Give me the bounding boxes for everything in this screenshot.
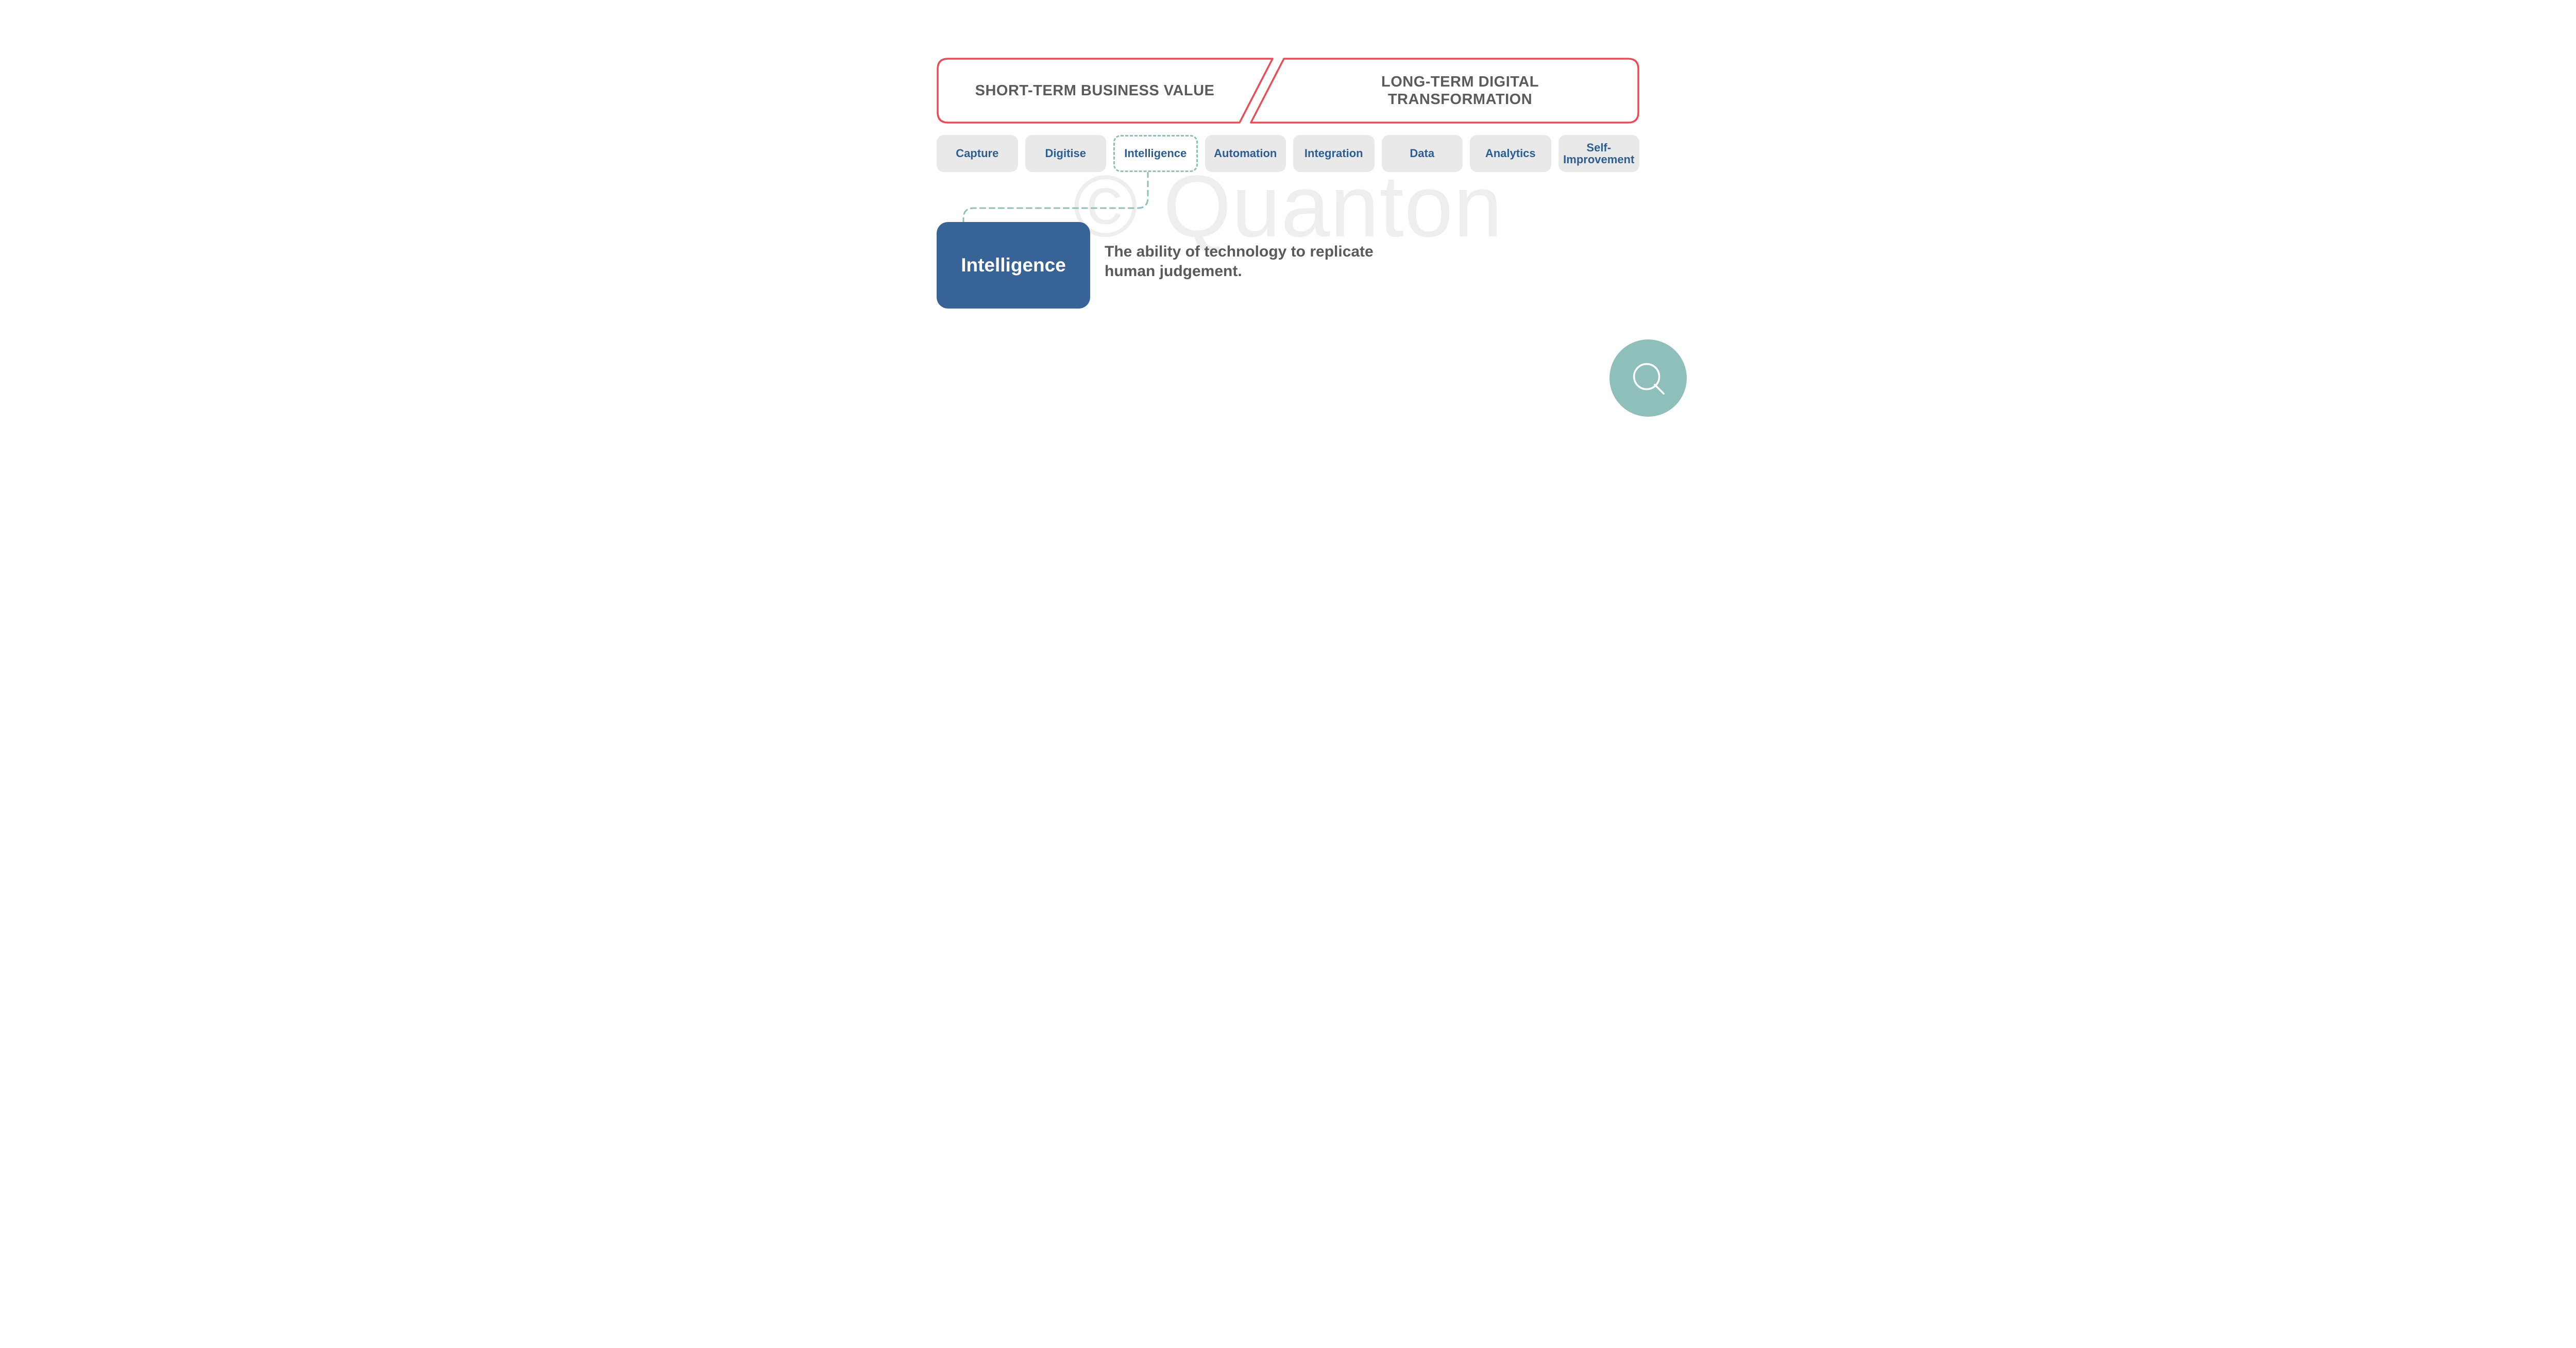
pill-label: Analytics [1485, 147, 1536, 159]
pill-capture[interactable]: Capture [937, 135, 1018, 172]
pill-label: Integration [1304, 147, 1363, 159]
detail-card: Intelligence [937, 222, 1090, 309]
diagram-stage: © Quanton SHORT-TERM BUSINESS VALUE LONG… [902, 0, 1674, 404]
connector-dashed [963, 172, 1159, 224]
header-long-term: LONG-TERM DIGITALTRANSFORMATION [1250, 58, 1639, 124]
pill-analytics[interactable]: Analytics [1470, 135, 1551, 172]
pill-label: Intelligence [1124, 147, 1187, 159]
pill-digitise[interactable]: Digitise [1025, 135, 1107, 172]
brand-badge [1609, 339, 1687, 417]
pill-label: Self-Improvement [1563, 142, 1634, 165]
header-short-term: SHORT-TERM BUSINESS VALUE [937, 58, 1284, 124]
pill-label: Automation [1214, 147, 1277, 159]
pill-automation[interactable]: Automation [1205, 135, 1286, 172]
detail-card-title: Intelligence [961, 254, 1066, 276]
brand-q-icon [1630, 360, 1667, 397]
pill-label: Capture [956, 147, 998, 159]
pill-label: Data [1410, 147, 1434, 159]
detail-description: The ability of technology to replicate h… [1105, 242, 1393, 282]
pill-self-improvement[interactable]: Self-Improvement [1558, 135, 1640, 172]
header-short-term-label: SHORT-TERM BUSINESS VALUE [937, 58, 1284, 124]
header-long-term-label: LONG-TERM DIGITALTRANSFORMATION [1250, 58, 1639, 124]
pill-label: Digitise [1045, 147, 1086, 159]
header-row: SHORT-TERM BUSINESS VALUE LONG-TERM DIGI… [937, 58, 1639, 125]
pill-row: Capture Digitise Intelligence Automation… [937, 135, 1639, 172]
pill-integration[interactable]: Integration [1293, 135, 1375, 172]
pill-intelligence[interactable]: Intelligence [1113, 135, 1198, 172]
pill-data[interactable]: Data [1382, 135, 1463, 172]
